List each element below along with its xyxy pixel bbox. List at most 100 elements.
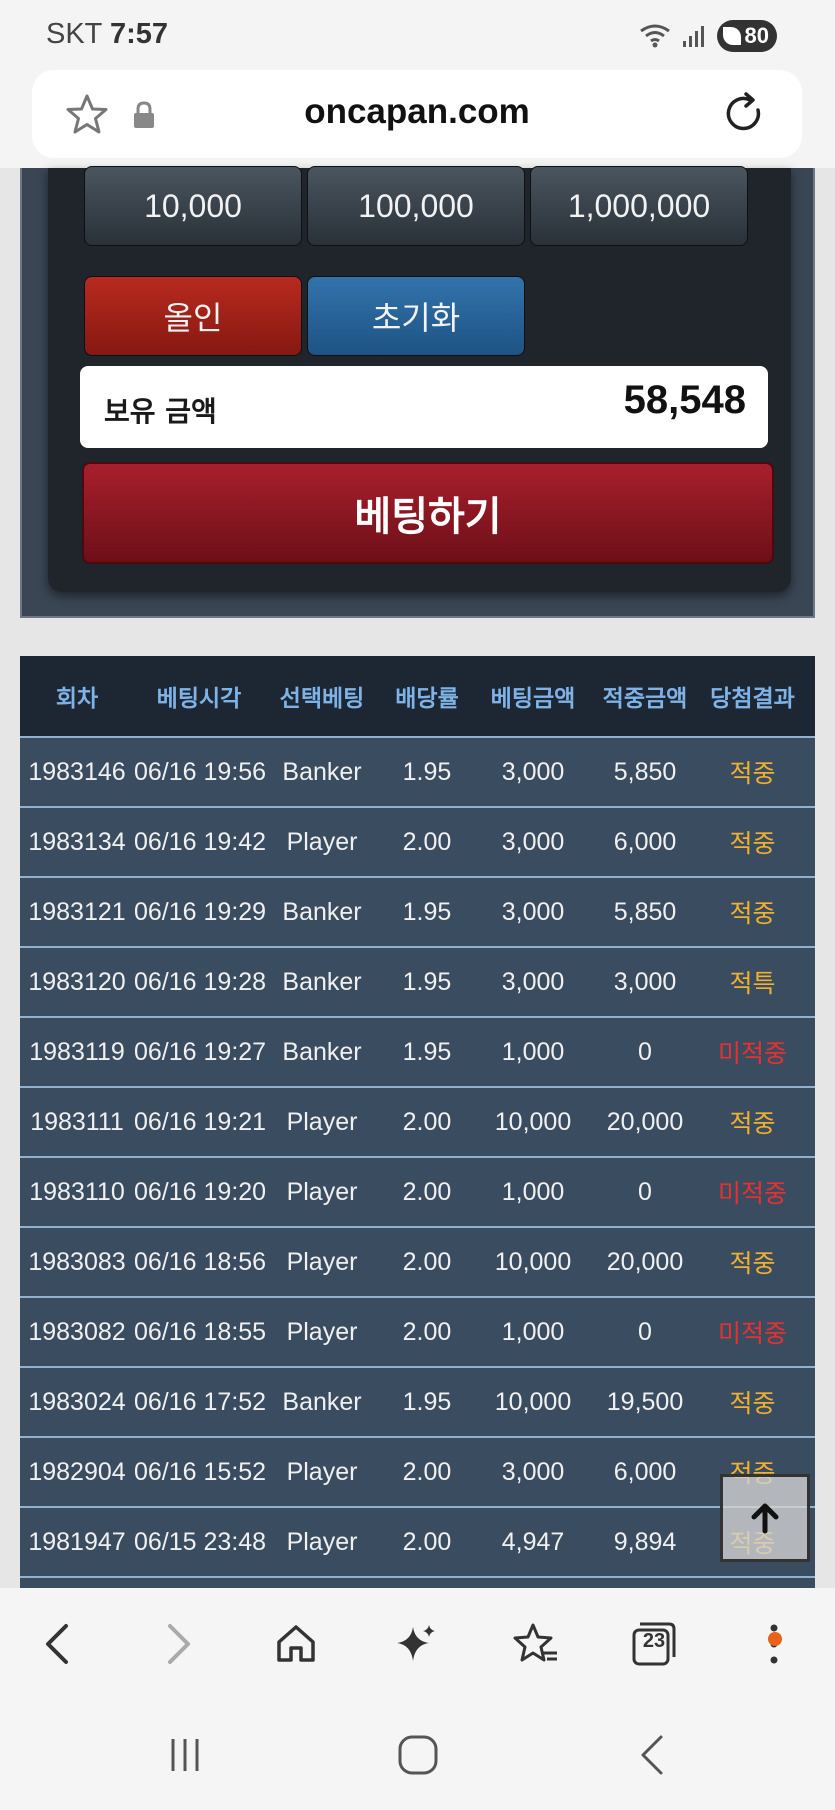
battery-indicator: 80 (716, 20, 777, 52)
cell-bet-time: 06/16 19:42 (134, 827, 267, 856)
place-bet-button[interactable]: 베팅하기 (82, 462, 774, 564)
table-body: 1983146 06/16 19:56 Banker 1.95 3,000 5,850 적중… (20, 738, 815, 1578)
header-odds: 배당률 (395, 686, 459, 712)
cell-win-amount: 0 (638, 1177, 652, 1206)
bookmark-list-icon (513, 1623, 557, 1662)
table-row: 1983024 06/16 17:52 Banker 1.95 10,000 19,500… (20, 1368, 815, 1438)
header-win-amount: 적중금액 (602, 686, 688, 712)
cell-bet-time: 06/16 15:52 (134, 1457, 267, 1486)
header-bet-amount: 베팅금액 (490, 686, 576, 712)
cell-win-amount: 6,000 (613, 1457, 677, 1486)
chip-100000-button[interactable]: 100,000 (307, 166, 525, 246)
table-row: 1983134 06/16 19:42 Player 2.00 3,000 6,000 적중 (20, 808, 815, 878)
cell-bet-amount: 1,000 (501, 1317, 565, 1346)
cell-odds: 1.95 (402, 897, 452, 926)
cell-result: 미적중 (717, 1320, 787, 1348)
cell-bet-amount: 1,000 (501, 1037, 565, 1066)
cell-selection: Banker (282, 1037, 362, 1066)
cell-result: 적중 (729, 1110, 776, 1138)
cell-win-amount: 9,894 (613, 1527, 677, 1556)
cell-bet-time: 06/15 23:48 (134, 1527, 267, 1556)
scroll-to-top-button[interactable] (720, 1474, 810, 1562)
cell-round: 1983024 (28, 1387, 126, 1416)
allin-button[interactable]: 올인 (84, 276, 302, 356)
battery-saver-icon (722, 27, 741, 45)
table-row: 1983146 06/16 19:56 Banker 1.95 3,000 5,850 적중 (20, 738, 815, 808)
cell-selection: Player (286, 1247, 358, 1276)
forward-arrow-icon (168, 1624, 190, 1664)
arrow-up-icon (751, 1503, 779, 1534)
chip-1000000-button[interactable]: 1,000,000 (530, 166, 748, 246)
cell-bet-time: 06/16 19:56 (134, 757, 267, 786)
forward-button[interactable] (148, 1614, 208, 1674)
notification-dot (768, 1632, 782, 1646)
table-row: 1983120 06/16 19:28 Banker 1.95 3,000 3,000 적특 (20, 948, 815, 1018)
cell-result: 적중 (729, 760, 776, 788)
cell-result: 적중 (729, 830, 776, 858)
address-bar[interactable]: oncapan.com (32, 70, 802, 158)
recent-apps-icon (171, 1739, 199, 1771)
cell-selection: Banker (282, 967, 362, 996)
carrier-label: SKT (46, 18, 102, 50)
ai-assist-button[interactable] (386, 1614, 446, 1674)
reset-button[interactable]: 초기화 (307, 276, 525, 356)
cell-bet-time: 06/16 19:21 (134, 1107, 267, 1136)
cell-odds: 2.00 (402, 1247, 452, 1276)
home-nav-button[interactable] (388, 1730, 448, 1780)
table-header: 회차 베팅시각 선택베팅 배당률 베팅금액 적중금액 당첨결과 (20, 656, 815, 738)
table-row: 1983083 06/16 18:56 Player 2.00 10,000 20,000… (20, 1228, 815, 1298)
back-button[interactable] (28, 1614, 88, 1674)
cell-round: 1983134 (28, 827, 126, 856)
cell-bet-amount: 1,000 (501, 1177, 565, 1206)
cell-bet-time: 06/16 19:28 (134, 967, 267, 996)
cell-selection: Player (286, 827, 358, 856)
battery-level: 80 (744, 23, 769, 48)
cell-round: 1983120 (28, 967, 126, 996)
cell-odds: 2.00 (402, 1177, 452, 1206)
home-button[interactable] (266, 1614, 326, 1674)
recent-apps-button[interactable] (155, 1730, 215, 1780)
cell-round: 1983082 (28, 1317, 126, 1346)
cell-result: 적중 (729, 1250, 776, 1278)
table-row: 198290406/16 15:52Player2.003,0006,000적중 (20, 1438, 815, 1508)
back-chevron-icon (641, 1735, 663, 1775)
cell-selection: Banker (282, 757, 362, 786)
home-square-icon (398, 1735, 438, 1775)
cell-result: 적중 (729, 1390, 776, 1418)
cell-odds: 1.95 (402, 1037, 452, 1066)
cell-bet-amount: 10,000 (494, 1247, 572, 1276)
reload-icon[interactable] (720, 90, 768, 138)
browser-bottom-bar: 23 (0, 1588, 835, 1700)
menu-button[interactable] (744, 1614, 804, 1674)
chip-10000-button[interactable]: 10,000 (84, 166, 302, 246)
cell-bet-time: 06/16 19:20 (134, 1177, 267, 1206)
betting-panel: 10,000 100,000 1,000,000 올인 초기화 보유 금액 58… (20, 166, 815, 618)
sparkle-icon (397, 1625, 435, 1661)
cell-odds: 1.95 (402, 967, 452, 996)
cell-selection: Player (286, 1527, 358, 1556)
cell-bet-time: 06/16 17:52 (134, 1387, 267, 1416)
cell-odds: 2.00 (402, 1107, 452, 1136)
header-selection: 선택베팅 (279, 686, 365, 712)
table-row: 1983082 06/16 18:55 Player 2.00 1,000 0 미적중 (20, 1298, 815, 1368)
cell-selection: Player (286, 1457, 358, 1486)
browser-toolbar: oncapan.com (0, 68, 835, 168)
cell-round: 1982904 (28, 1457, 126, 1486)
back-nav-button[interactable] (622, 1730, 682, 1780)
balance-display: 보유 금액 58,548 (80, 366, 768, 448)
bet-history-table: 회차 베팅시각 선택베팅 배당률 베팅금액 적중금액 당첨결과 1983146 0… (20, 656, 815, 1590)
url-text[interactable]: oncapan.com (32, 92, 802, 132)
table-row: 1983121 06/16 19:29 Banker 1.95 3,000 5,850 적중 (20, 878, 815, 948)
header-result: 당첨결과 (710, 686, 795, 712)
status-carrier-time: SKT 7:57 (46, 18, 168, 51)
tabs-button[interactable]: 23 (624, 1614, 684, 1674)
cell-bet-amount: 10,000 (494, 1107, 572, 1136)
cell-odds: 2.00 (402, 1317, 452, 1346)
wifi-icon (639, 24, 670, 48)
bookmarks-button[interactable] (506, 1614, 566, 1674)
table-row: 198194706/15 23:48Player2.004,9479,894적중 (20, 1508, 815, 1578)
cell-round: 1983119 (29, 1037, 125, 1066)
back-arrow-icon (46, 1624, 68, 1664)
table-row: 1983111 06/16 19:21 Player 2.00 10,000 20,000… (20, 1088, 815, 1158)
cell-win-amount: 6,000 (613, 827, 677, 856)
